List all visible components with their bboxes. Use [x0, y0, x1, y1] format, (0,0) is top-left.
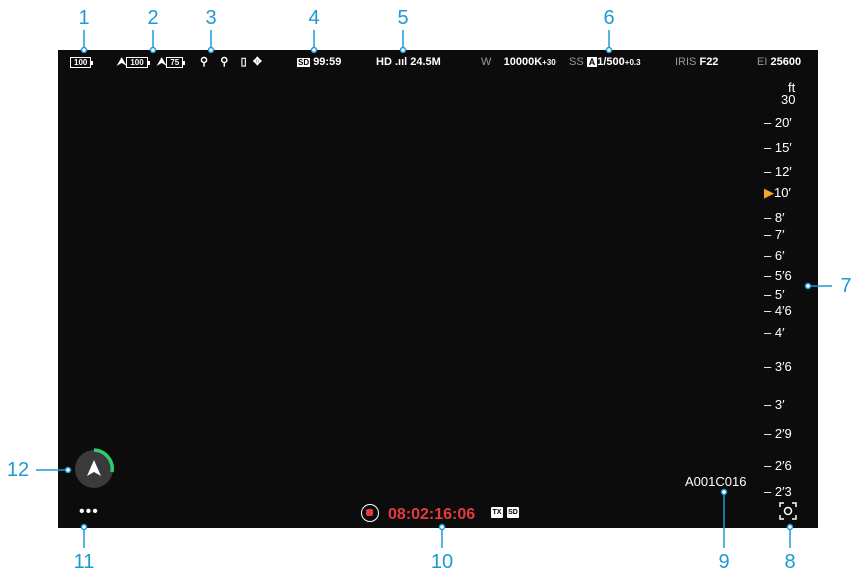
callout-12: 12: [6, 459, 30, 481]
focus-mark: – 6′: [764, 248, 785, 263]
focus-mark: – 2′6: [764, 458, 792, 473]
callout-10: 10: [430, 551, 454, 573]
sd-card-icon: SD: [297, 58, 311, 67]
exposure-index: EI 25600: [757, 56, 802, 68]
signal-icon: .ııl: [394, 56, 408, 68]
focus-mark: – 2′3: [764, 484, 792, 499]
motor-icon: ⚲: [200, 56, 209, 68]
gps-icon: ▯: [240, 56, 247, 68]
clip-name: A001C016: [685, 474, 747, 489]
satellite-icon: ✥: [252, 56, 262, 68]
callout-11: 11: [73, 551, 95, 573]
record-icon: [366, 509, 373, 516]
timecode: 08:02:16:06: [388, 506, 476, 523]
focus-mark: 30: [781, 92, 796, 107]
record-button[interactable]: [361, 504, 379, 522]
focus-marker-icon: ▶: [764, 185, 774, 200]
rc-battery-icon: ⮝: [117, 56, 127, 68]
shutter-speed: SS A 1/500+0.3: [569, 56, 641, 68]
callout-5: 5: [397, 7, 409, 29]
focus-mark: – 5′: [764, 287, 785, 302]
focus-mark: – 3′6: [764, 359, 792, 374]
focus-mark: – 15′: [764, 140, 792, 155]
video-transmission: HD .ııl 24.5M: [376, 56, 441, 68]
callout-2: 2: [147, 7, 159, 29]
focus-mark-active[interactable]: ▶10′: [764, 185, 791, 201]
navigation-button[interactable]: [71, 446, 117, 492]
tx-badge: TX: [491, 507, 503, 518]
focus-mark: – 7′: [764, 227, 785, 242]
focus-mark: – 12′: [764, 164, 792, 179]
sd-remaining: SD 99:59: [297, 56, 342, 68]
callout-6: 6: [603, 7, 615, 29]
battery-icon: 100: [70, 57, 94, 68]
gimbal-battery: ⮝ 75: [157, 55, 186, 69]
focus-mark: – 20′: [764, 115, 792, 130]
focus-mark: – 8′: [764, 210, 785, 225]
more-button[interactable]: •••: [79, 503, 99, 521]
focus-mark: – 5′6: [764, 268, 792, 283]
focus-mark: – 2′9: [764, 426, 792, 441]
aircraft-battery: 100: [70, 55, 94, 69]
callout-9: 9: [718, 551, 730, 573]
sd-badge: SD: [507, 507, 519, 518]
callout-4: 4: [308, 7, 320, 29]
gimbal-battery-icon: ⮝: [157, 56, 167, 68]
motor-icon: ⚲: [220, 56, 229, 68]
iris: IRIS F22: [675, 56, 719, 68]
auto-mode-badge: A: [586, 57, 598, 67]
focus-mark: – 3′: [764, 397, 785, 412]
callout-8: 8: [784, 551, 796, 573]
callout-3: 3: [205, 7, 217, 29]
rc-battery: ⮝ 100: [117, 55, 151, 69]
ar-focus-icon[interactable]: [779, 502, 797, 520]
motor-status: ⚲ ⚲ ▯ ✥: [200, 55, 262, 69]
callout-7: 7: [840, 275, 852, 297]
focus-mark: – 4′: [764, 325, 785, 340]
callout-1: 1: [78, 7, 90, 29]
white-balance: W 10000K+30: [481, 56, 556, 68]
focus-mark: – 4′6: [764, 303, 792, 318]
